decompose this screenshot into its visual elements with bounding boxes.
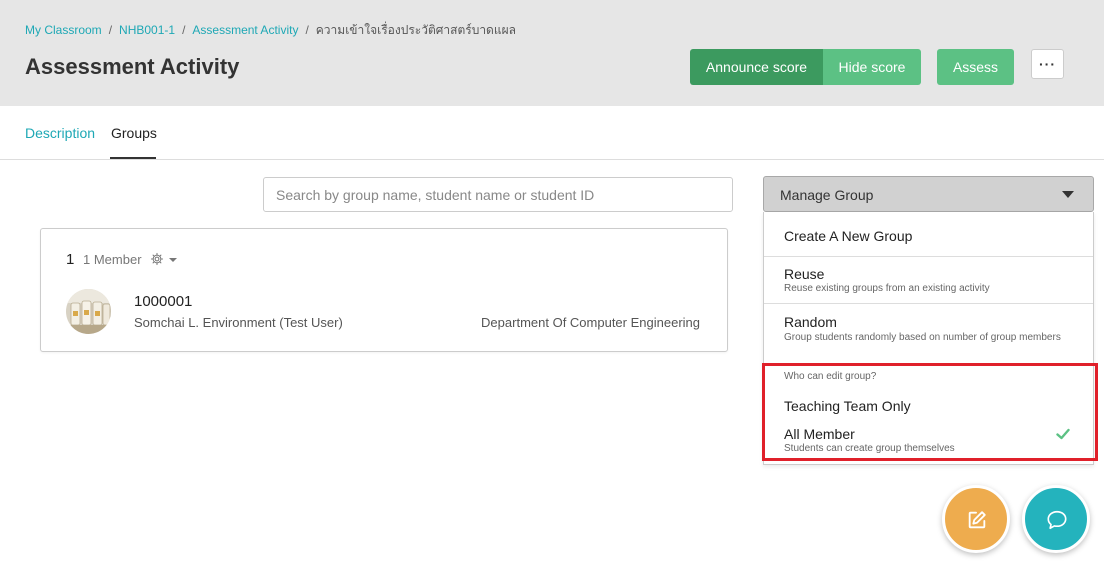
manage-group-label: Manage Group: [780, 187, 874, 203]
page-title: Assessment Activity: [25, 54, 240, 79]
menu-item-create-group[interactable]: Create A New Group: [764, 212, 1093, 256]
menu-item-reuse[interactable]: Reuse Reuse existing groups from an exis…: [764, 257, 1093, 303]
tab-bar: Description Groups: [0, 106, 1104, 160]
breadcrumb-separator: /: [182, 23, 186, 37]
assess-button[interactable]: Assess: [937, 49, 1014, 85]
group-number: 1: [66, 251, 75, 268]
manage-group-dropdown[interactable]: Manage Group: [763, 176, 1094, 212]
page-header: My Classroom / NHB001-1 / Assessment Activit…: [0, 0, 1104, 106]
breadcrumb-course[interactable]: NHB001-1: [119, 23, 175, 37]
avatar: [66, 289, 111, 334]
menu-item-label: Create A New Group: [784, 228, 913, 244]
announce-score-button[interactable]: Announce score: [690, 49, 823, 85]
edit-icon: [968, 511, 986, 529]
breadcrumb-current: ความเข้าใจเรื่องประวัติศาสตร์บาดแผล: [315, 23, 516, 37]
group-card: 1 1 Member 1000001 Somchai L. Environmen…: [40, 228, 728, 352]
menu-item-description: Group students randomly based on number …: [784, 332, 1061, 343]
highlight-box: [762, 363, 1098, 461]
menu-item-description: Reuse existing groups from an existing a…: [784, 283, 990, 294]
search-input[interactable]: [263, 177, 733, 212]
breadcrumb-separator: /: [108, 23, 113, 37]
chat-icon: [1047, 510, 1067, 530]
menu-item-label: Reuse: [784, 266, 825, 282]
gear-icon[interactable]: [150, 252, 164, 266]
student-department: Department Of Computer Engineering: [481, 315, 700, 330]
breadcrumb-separator: /: [305, 23, 309, 37]
breadcrumb: My Classroom / NHB001-1 / Assessment Activit…: [25, 21, 516, 40]
student-id: 1000001: [134, 293, 193, 310]
breadcrumb-my-classroom[interactable]: My Classroom: [25, 23, 102, 37]
caret-down-icon[interactable]: [169, 258, 177, 262]
score-button-group: Announce score Hide score: [690, 49, 921, 85]
tab-description[interactable]: Description: [25, 125, 95, 141]
menu-item-random[interactable]: Random Group students randomly based on …: [764, 304, 1093, 360]
student-name: Somchai L. Environment (Test User): [134, 315, 343, 330]
hide-score-button[interactable]: Hide score: [823, 49, 921, 85]
chat-fab-button[interactable]: [1022, 485, 1090, 553]
member-count: 1 Member: [83, 252, 142, 267]
active-tab-indicator: [110, 157, 156, 159]
more-options-button[interactable]: ···: [1031, 49, 1064, 79]
menu-item-label: Random: [784, 314, 837, 330]
caret-down-icon: [1062, 191, 1074, 198]
tab-groups[interactable]: Groups: [111, 125, 157, 141]
edit-fab-button[interactable]: [942, 485, 1010, 553]
breadcrumb-assessment-activity[interactable]: Assessment Activity: [192, 23, 298, 37]
